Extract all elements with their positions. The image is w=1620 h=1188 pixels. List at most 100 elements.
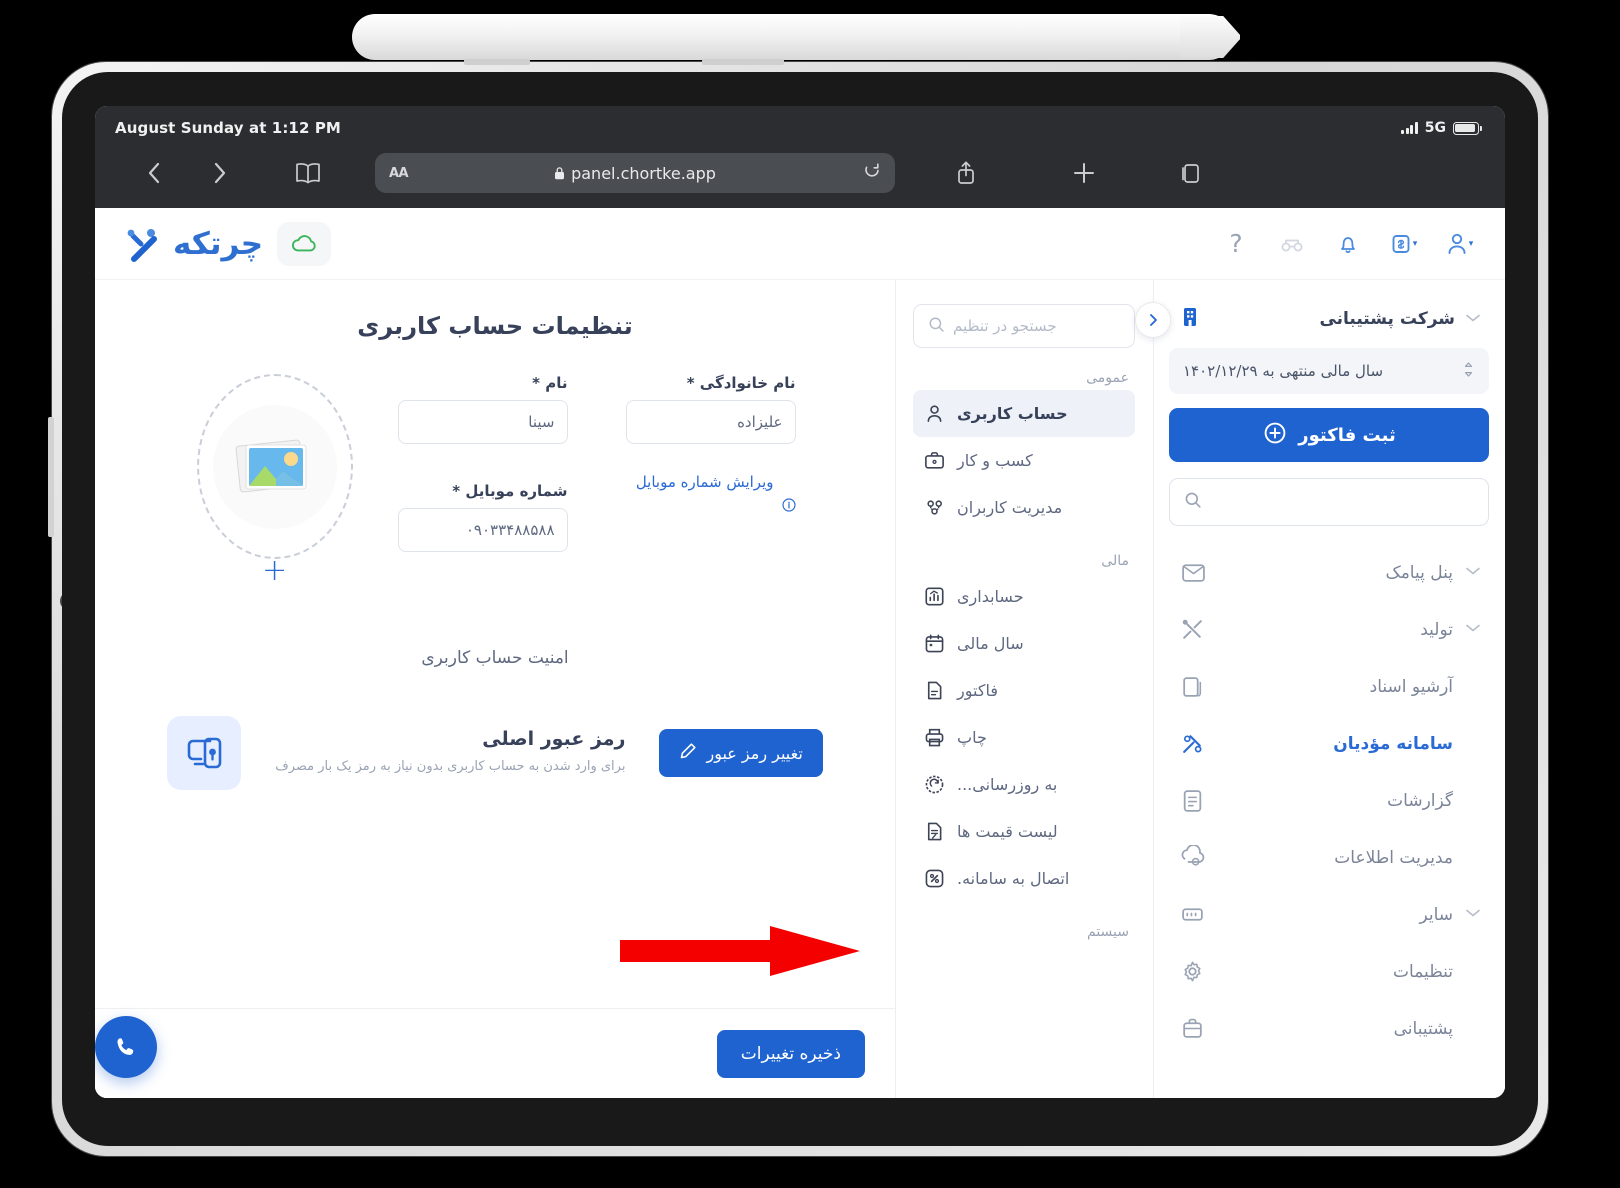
name-fields-column: نام خانوادگی * ویرایش شماره موبایل [596, 374, 796, 515]
phone-icon[interactable] [95, 1016, 157, 1078]
chevron-down-icon: ▾ [1468, 238, 1474, 249]
cloud-icon[interactable] [277, 221, 332, 266]
brand-name: چرتکه [173, 225, 264, 262]
app-top-bar: ▾ ▾ ? چرتکه [95, 208, 1505, 280]
bell-icon[interactable] [1325, 221, 1371, 267]
mobile-input[interactable] [397, 508, 568, 552]
pencil-icon [679, 742, 697, 764]
fiscal-year-label: سال مالی منتهی به ۱۴۰۲/۱۲/۲۹ [1183, 362, 1384, 380]
last-name-field: نام خانوادگی * [625, 374, 796, 444]
safari-toolbar: AA panel.chortke.app [95, 140, 1505, 206]
change-password-label: تغییر رمز عبور [706, 743, 803, 763]
volume-up-button[interactable] [464, 59, 530, 65]
change-password-button[interactable]: تغییر رمز عبور [659, 729, 823, 777]
sidebar-search[interactable] [1169, 478, 1489, 526]
sidebar-item-2[interactable]: تولید [1169, 601, 1489, 658]
percent-connect-icon [921, 867, 947, 890]
ipad-bezel: August Sunday at 1:12 PM 5G AA panel.cho… [62, 72, 1538, 1146]
first-name-input[interactable] [397, 400, 568, 444]
settings-nav-item-1-1[interactable]: سال مالی [913, 620, 1135, 667]
building-icon [1177, 304, 1203, 334]
sidebar-item-label: پنل پیامک [1385, 562, 1453, 583]
forward-button[interactable] [187, 159, 253, 187]
info-icon[interactable] [781, 470, 796, 515]
sidebar-item-label: سامانه مؤدیان [1333, 733, 1453, 754]
sidebar-item-9[interactable]: پشتیبانی [1169, 1000, 1489, 1057]
signal-icon [1401, 122, 1418, 134]
fiscal-year-selector[interactable]: سال مالی منتهی به ۱۴۰۲/۱۲/۲۹ [1169, 348, 1489, 394]
sidebar-item-5[interactable]: گزارشات [1169, 772, 1489, 829]
user-dropdown-icon[interactable]: ▾ [1437, 221, 1483, 267]
printer-icon [921, 726, 947, 749]
address-bar[interactable]: AA panel.chortke.app [375, 153, 895, 193]
currency-dropdown-icon[interactable]: ▾ [1381, 221, 1427, 267]
settings-group-title: عمومی [1086, 370, 1129, 386]
sidebar-collapse-button[interactable] [1135, 302, 1171, 338]
chevron-down-icon[interactable] [1465, 907, 1481, 922]
screenshot-root: August Sunday at 1:12 PM 5G AA panel.cho… [0, 0, 1620, 1188]
settings-nav-item-1-3[interactable]: چاپ [913, 714, 1135, 761]
settings-nav-item-1-2[interactable]: فاکتور [913, 667, 1135, 714]
safari-chrome: August Sunday at 1:12 PM 5G AA panel.cho… [95, 106, 1505, 208]
chevron-down-icon[interactable] [1465, 622, 1481, 637]
settings-nav-label: فاکتور [957, 681, 998, 700]
chevron-down-icon[interactable] [1465, 565, 1481, 580]
sidebar-item-label: سایر [1419, 904, 1453, 925]
settings-nav-item-0-0[interactable]: حساب کاربری [913, 390, 1135, 437]
search-icon [1184, 491, 1202, 513]
avatar-dropzone[interactable] [196, 374, 353, 559]
password-text-block: رمز عبور اصلی برای وارد شدن به حساب کارب… [275, 728, 625, 777]
mobile-label: شماره موبایل * [452, 482, 568, 500]
add-invoice-button[interactable]: ثبت فاکتور [1169, 408, 1489, 462]
help-icon[interactable]: ? [1213, 221, 1259, 267]
edit-mobile-link[interactable]: ویرایش شماره موبایل [636, 470, 774, 494]
share-icon[interactable] [907, 159, 1025, 187]
brand-logo[interactable]: چرتکه [121, 222, 264, 266]
sidebar-item-3[interactable]: آرشیو اسناد [1169, 658, 1489, 715]
price-list-icon [921, 820, 947, 843]
new-tab-button[interactable] [1025, 160, 1143, 186]
settings-nav-label: لیست قیمت ها [957, 822, 1058, 841]
save-bar: ذخیره تغییرات [95, 1008, 895, 1098]
settings-nav-label: سال مالی [957, 634, 1024, 653]
app-top-bar-icons: ▾ ▾ ? [1213, 221, 1483, 267]
settings-nav-item-1-5[interactable]: لیست قیمت ها [913, 808, 1135, 855]
tabs-icon[interactable] [1143, 160, 1239, 186]
volume-down-button[interactable] [702, 59, 784, 65]
settings-nav-item-0-2[interactable]: مدیریت کاربران [913, 484, 1135, 531]
company-selector[interactable]: شرکت پشتیبانی [1169, 298, 1489, 348]
edit-mobile-row: ویرایش شماره موبایل [636, 444, 796, 515]
save-changes-button[interactable]: ذخیره تغییرات [716, 1029, 865, 1078]
first-name-field: نام * [397, 374, 568, 444]
settings-nav-item-1-4[interactable]: به روزرسانی... [913, 761, 1135, 808]
settings-nav-item-1-6[interactable]: اتصال به سامانه. [913, 855, 1135, 902]
settings-nav-item-0-1[interactable]: کسب و کار [913, 437, 1135, 484]
url-display: panel.chortke.app [375, 164, 895, 183]
ios-status-bar: August Sunday at 1:12 PM 5G [95, 106, 1505, 140]
power-button[interactable] [48, 417, 54, 537]
sidebar-item-6[interactable]: مدیریت اطلاعات [1169, 829, 1489, 886]
settings-search[interactable]: جستجو در تنظیم [913, 304, 1135, 348]
sidebar-item-8[interactable]: تنظیمات [1169, 943, 1489, 1000]
avatar-add-icon[interactable]: + [262, 553, 287, 588]
sidebar-divider [1153, 280, 1154, 1098]
sidebar-item-7[interactable]: سایر [1169, 886, 1489, 943]
settings-nav-label: به روزرسانی... [957, 775, 1058, 794]
lock-icon [555, 167, 565, 180]
network-type-label: 5G [1424, 120, 1446, 136]
settings-nav-label: کسب و کار [957, 451, 1033, 470]
glasses-icon[interactable] [1269, 221, 1315, 267]
settings-nav-item-1-0[interactable]: حسابداری [913, 573, 1135, 620]
last-name-input[interactable] [625, 400, 796, 444]
sms-icon [1177, 560, 1207, 585]
plus-circle-icon [1262, 420, 1288, 451]
back-button[interactable] [121, 159, 187, 187]
sidebar-item-label: تنظیمات [1393, 961, 1453, 982]
sidebar-item-1[interactable]: پنل پیامک [1169, 544, 1489, 601]
tools-icon [1177, 617, 1207, 642]
first-name-column: نام * شماره موبایل * [383, 374, 568, 552]
sidebar-search-input[interactable] [1202, 493, 1474, 511]
bookmarks-icon[interactable] [253, 161, 363, 185]
sidebar-item-4[interactable]: سامانه مؤدیان [1169, 715, 1489, 772]
avatar-uploader[interactable]: + [195, 374, 355, 588]
